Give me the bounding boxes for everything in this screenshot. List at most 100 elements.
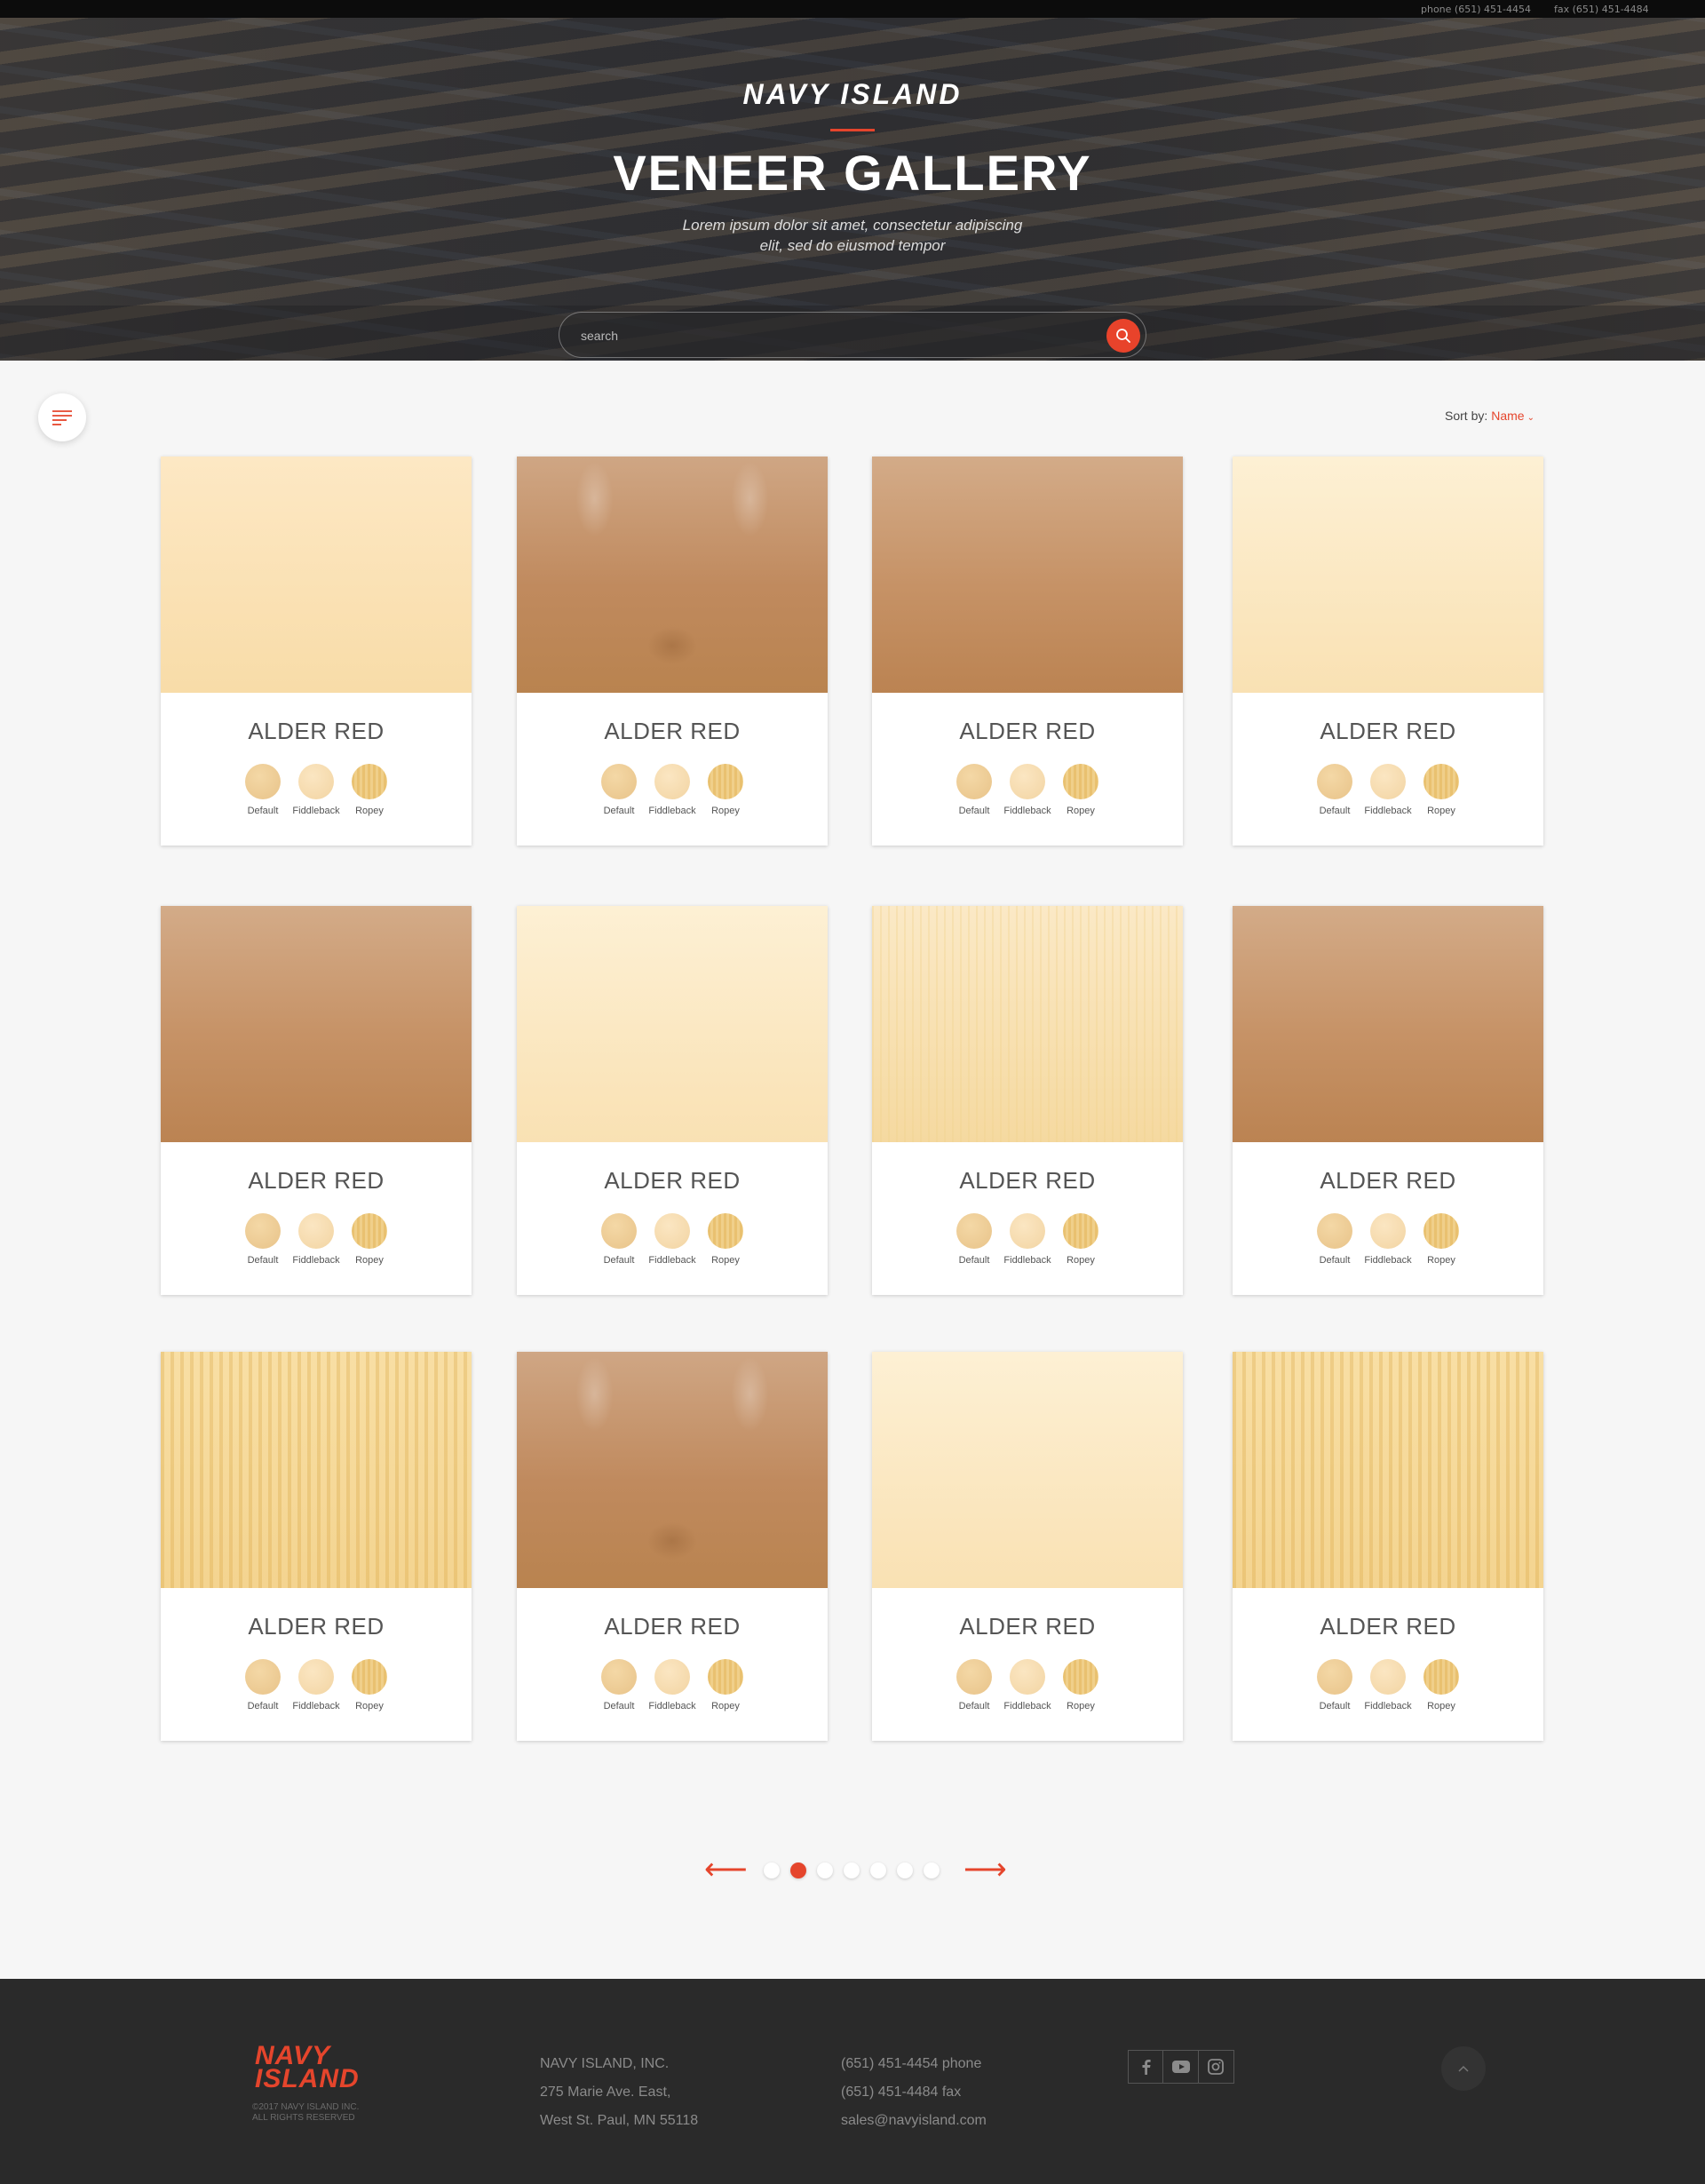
cut-option[interactable]: Default bbox=[1316, 1659, 1353, 1711]
veneer-swatch-image[interactable] bbox=[517, 906, 828, 1142]
chevron-down-icon[interactable]: ⌄ bbox=[1527, 413, 1534, 423]
veneer-swatch-image[interactable] bbox=[161, 906, 472, 1142]
topbar-phone[interactable]: phone (651) 451-4454 bbox=[1421, 4, 1531, 15]
cut-swatch[interactable] bbox=[352, 1659, 387, 1695]
cut-option[interactable]: Ropey bbox=[1423, 764, 1460, 816]
veneer-swatch-image[interactable] bbox=[872, 906, 1183, 1142]
cut-option[interactable]: Default bbox=[956, 764, 993, 816]
veneer-swatch-image[interactable] bbox=[872, 457, 1183, 693]
cut-option[interactable]: Default bbox=[956, 1659, 993, 1711]
cut-option[interactable]: Fiddleback bbox=[1364, 1659, 1412, 1711]
veneer-card[interactable]: ALDER RED Default Fiddleback Ropey bbox=[517, 1352, 828, 1741]
cut-swatch[interactable] bbox=[1010, 764, 1045, 799]
sort-dropdown[interactable]: Name bbox=[1491, 409, 1524, 423]
cut-option[interactable]: Default bbox=[244, 1659, 282, 1711]
filter-menu-button[interactable] bbox=[38, 393, 86, 441]
prev-page-arrow[interactable]: ⟵ bbox=[704, 1854, 748, 1885]
cut-swatch[interactable] bbox=[1370, 1659, 1406, 1695]
cut-swatch[interactable] bbox=[654, 764, 690, 799]
cut-swatch[interactable] bbox=[601, 1659, 637, 1695]
cut-swatch[interactable] bbox=[956, 764, 992, 799]
cut-option[interactable]: Ropey bbox=[1423, 1213, 1460, 1266]
cut-swatch[interactable] bbox=[1063, 764, 1098, 799]
veneer-swatch-image[interactable] bbox=[1233, 906, 1543, 1142]
cut-option[interactable]: Ropey bbox=[351, 1659, 388, 1711]
cut-option[interactable]: Ropey bbox=[351, 764, 388, 816]
page-dot[interactable] bbox=[897, 1862, 913, 1878]
cut-option[interactable]: Ropey bbox=[707, 764, 744, 816]
cut-swatch[interactable] bbox=[708, 764, 743, 799]
facebook-icon[interactable] bbox=[1129, 2051, 1164, 2083]
page-dot[interactable] bbox=[817, 1862, 833, 1878]
cut-swatch[interactable] bbox=[245, 1659, 281, 1695]
cut-swatch[interactable] bbox=[708, 1659, 743, 1695]
cut-option[interactable]: Default bbox=[600, 764, 638, 816]
cut-option[interactable]: Fiddleback bbox=[648, 1659, 696, 1711]
veneer-swatch-image[interactable] bbox=[517, 457, 828, 693]
veneer-card[interactable]: ALDER RED Default Fiddleback Ropey bbox=[161, 906, 472, 1295]
cut-swatch[interactable] bbox=[956, 1659, 992, 1695]
cut-option[interactable]: Fiddleback bbox=[1364, 764, 1412, 816]
cut-swatch[interactable] bbox=[654, 1213, 690, 1249]
veneer-swatch-image[interactable] bbox=[517, 1352, 828, 1588]
cut-swatch[interactable] bbox=[1317, 764, 1352, 799]
cut-swatch[interactable] bbox=[1370, 764, 1406, 799]
cut-swatch[interactable] bbox=[298, 1213, 334, 1249]
cut-swatch[interactable] bbox=[654, 1659, 690, 1695]
search-input[interactable] bbox=[581, 325, 1078, 346]
footer-logo[interactable]: NAVY ISLAND bbox=[255, 2043, 360, 2093]
cut-swatch[interactable] bbox=[1317, 1213, 1352, 1249]
veneer-card[interactable]: ALDER RED Default Fiddleback Ropey bbox=[161, 457, 472, 846]
cut-option[interactable]: Default bbox=[600, 1659, 638, 1711]
cut-option[interactable]: Default bbox=[1316, 1213, 1353, 1266]
footer-phone[interactable]: (651) 451-4454 phone bbox=[841, 2050, 987, 2078]
cut-swatch[interactable] bbox=[1423, 1659, 1459, 1695]
page-dot[interactable] bbox=[924, 1862, 940, 1878]
cut-swatch[interactable] bbox=[1010, 1213, 1045, 1249]
veneer-card[interactable]: ALDER RED Default Fiddleback Ropey bbox=[161, 1352, 472, 1741]
veneer-swatch-image[interactable] bbox=[872, 1352, 1183, 1588]
cut-option[interactable]: Ropey bbox=[1062, 764, 1099, 816]
cut-option[interactable]: Default bbox=[600, 1213, 638, 1266]
cut-swatch[interactable] bbox=[245, 1213, 281, 1249]
page-dot[interactable] bbox=[764, 1862, 780, 1878]
veneer-swatch-image[interactable] bbox=[161, 1352, 472, 1588]
cut-option[interactable]: Fiddleback bbox=[292, 764, 340, 816]
cut-swatch[interactable] bbox=[1370, 1213, 1406, 1249]
cut-option[interactable]: Fiddleback bbox=[1003, 1213, 1051, 1266]
cut-option[interactable]: Fiddleback bbox=[292, 1213, 340, 1266]
cut-swatch[interactable] bbox=[1317, 1659, 1352, 1695]
cut-swatch[interactable] bbox=[1063, 1213, 1098, 1249]
veneer-card[interactable]: ALDER RED Default Fiddleback Ropey bbox=[517, 457, 828, 846]
cut-option[interactable]: Ropey bbox=[707, 1659, 744, 1711]
cut-swatch[interactable] bbox=[352, 764, 387, 799]
cut-swatch[interactable] bbox=[298, 764, 334, 799]
cut-option[interactable]: Fiddleback bbox=[1364, 1213, 1412, 1266]
cut-option[interactable]: Default bbox=[244, 1213, 282, 1266]
cut-swatch[interactable] bbox=[708, 1213, 743, 1249]
cut-option[interactable]: Ropey bbox=[707, 1213, 744, 1266]
cut-option[interactable]: Fiddleback bbox=[648, 764, 696, 816]
veneer-card[interactable]: ALDER RED Default Fiddleback Ropey bbox=[1233, 1352, 1543, 1741]
veneer-card[interactable]: ALDER RED Default Fiddleback Ropey bbox=[872, 457, 1183, 846]
page-dot[interactable] bbox=[790, 1862, 806, 1878]
footer-email[interactable]: sales@navyisland.com bbox=[841, 2107, 987, 2135]
cut-swatch[interactable] bbox=[601, 764, 637, 799]
veneer-swatch-image[interactable] bbox=[1233, 457, 1543, 693]
veneer-swatch-image[interactable] bbox=[1233, 1352, 1543, 1588]
cut-swatch[interactable] bbox=[245, 764, 281, 799]
cut-option[interactable]: Ropey bbox=[1423, 1659, 1460, 1711]
veneer-card[interactable]: ALDER RED Default Fiddleback Ropey bbox=[872, 906, 1183, 1295]
page-dot[interactable] bbox=[844, 1862, 860, 1878]
youtube-icon[interactable] bbox=[1163, 2051, 1199, 2083]
cut-option[interactable]: Default bbox=[956, 1213, 993, 1266]
cut-option[interactable]: Fiddleback bbox=[1003, 1659, 1051, 1711]
cut-option[interactable]: Ropey bbox=[1062, 1659, 1099, 1711]
cut-swatch[interactable] bbox=[352, 1213, 387, 1249]
instagram-icon[interactable] bbox=[1199, 2051, 1233, 2083]
cut-option[interactable]: Ropey bbox=[351, 1213, 388, 1266]
cut-swatch[interactable] bbox=[601, 1213, 637, 1249]
cut-swatch[interactable] bbox=[956, 1213, 992, 1249]
cut-option[interactable]: Ropey bbox=[1062, 1213, 1099, 1266]
veneer-card[interactable]: ALDER RED Default Fiddleback Ropey bbox=[1233, 906, 1543, 1295]
